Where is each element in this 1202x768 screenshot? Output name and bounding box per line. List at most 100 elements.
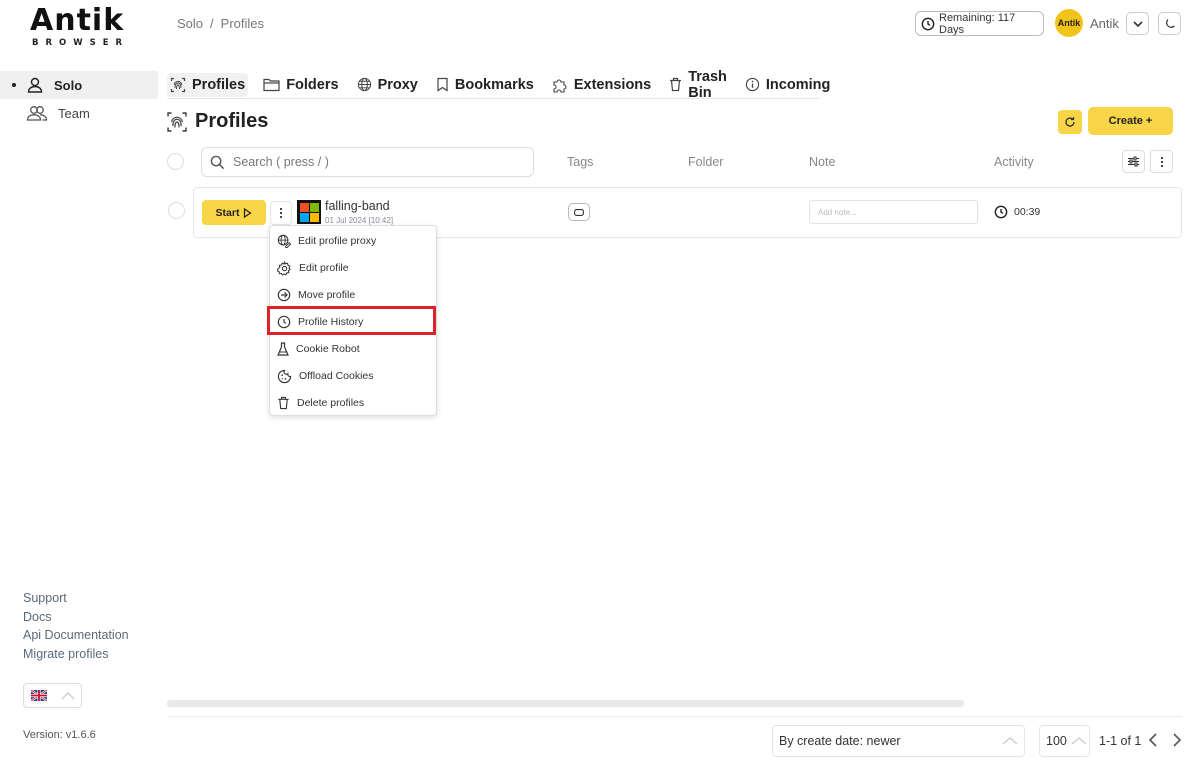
highlight-annotation-box	[267, 306, 436, 335]
menu-item-label: Delete profiles	[297, 397, 365, 409]
menu-item-label: Cookie Robot	[296, 343, 360, 355]
breadcrumb-root[interactable]: Solo	[177, 16, 203, 31]
sort-select[interactable]: By create date: newer	[772, 725, 1025, 757]
theme-toggle-button[interactable]	[1158, 12, 1181, 35]
refresh-button[interactable]	[1058, 110, 1082, 134]
globe-edit-icon	[277, 234, 291, 248]
page-title: Profiles	[166, 110, 268, 133]
breadcrumb: Solo / Profiles	[177, 16, 264, 31]
breadcrumb-current: Profiles	[220, 16, 265, 31]
user-name[interactable]: Antik	[1090, 16, 1119, 31]
active-dot	[12, 83, 16, 87]
sort-select-value: By create date: newer	[779, 734, 901, 748]
note-placeholder: Add note...	[818, 207, 857, 217]
support-link[interactable]: Support	[23, 591, 67, 605]
flask-icon	[277, 342, 289, 356]
menu-item-cookie-robot[interactable]: Cookie Robot	[277, 338, 360, 360]
tab-label: Bookmarks	[454, 76, 534, 93]
chevron-left-icon	[1147, 732, 1159, 748]
uk-flag-icon	[31, 690, 47, 701]
activity-cell: 00:39	[994, 205, 1040, 219]
tab-extensions[interactable]: Extensions	[549, 73, 654, 97]
horizontal-scrollbar[interactable]	[167, 700, 964, 707]
activity-time: 00:39	[1014, 206, 1041, 218]
api-docs-link[interactable]: Api Documentation	[23, 628, 129, 642]
tab-label: Incoming	[765, 76, 831, 93]
tab-label: Folders	[286, 76, 339, 93]
footer-divider	[167, 716, 1182, 717]
fingerprint-icon	[170, 77, 186, 93]
arrow-right-circle-icon	[277, 288, 291, 302]
tab-trash-bin[interactable]: Trash Bin	[666, 69, 730, 101]
menu-item-label: Edit profile proxy	[298, 235, 377, 247]
menu-item-edit-profile-proxy[interactable]: Edit profile proxy	[277, 230, 376, 252]
clock-icon	[921, 17, 935, 31]
logo-subtext: BROWSER	[32, 38, 130, 48]
per-page-select[interactable]: 100	[1039, 725, 1090, 757]
tab-profiles[interactable]: Profiles	[167, 72, 249, 97]
language-selector[interactable]	[23, 683, 82, 708]
add-tag-button[interactable]	[568, 203, 590, 221]
chevron-right-icon	[1171, 732, 1183, 748]
select-all-checkbox[interactable]	[167, 153, 184, 170]
pagination-info: 1-1 of 1	[1099, 734, 1142, 748]
start-profile-button[interactable]: Start	[202, 200, 266, 225]
menu-item-offload-cookies[interactable]: Offload Cookies	[277, 365, 374, 387]
play-icon	[243, 207, 253, 218]
vertical-dots-icon	[279, 207, 283, 219]
remaining-days-badge[interactable]: Remaining: 117 Days	[915, 11, 1044, 36]
cookie-icon	[277, 369, 292, 384]
column-header-note[interactable]: Note	[809, 155, 835, 169]
windows-os-icon	[297, 200, 321, 224]
more-options-button[interactable]	[1150, 150, 1173, 173]
column-header-folder[interactable]: Folder	[688, 155, 723, 169]
globe-icon	[357, 77, 372, 92]
main-tabs: Profiles Folders Proxy Bookmarks Extensi…	[167, 69, 830, 101]
tab-label: Trash Bin	[688, 68, 727, 101]
bookmark-icon	[436, 77, 449, 92]
avatar[interactable]: Antik	[1055, 9, 1083, 37]
tab-bookmarks[interactable]: Bookmarks	[433, 73, 537, 97]
column-settings-button[interactable]	[1122, 150, 1145, 173]
sliders-icon	[1127, 156, 1140, 167]
menu-item-edit-profile[interactable]: Edit profile	[277, 257, 349, 279]
profile-name[interactable]: falling-band	[325, 199, 390, 213]
tab-label: Profiles	[192, 76, 246, 93]
column-header-activity[interactable]: Activity	[994, 155, 1034, 169]
sidebar-item-team[interactable]: Team	[0, 99, 158, 127]
clock-icon	[994, 205, 1008, 219]
tab-label: Proxy	[377, 76, 418, 93]
menu-item-label: Edit profile	[299, 262, 349, 274]
note-input[interactable]: Add note...	[809, 200, 978, 224]
chevron-up-icon	[61, 691, 75, 701]
next-page-button[interactable]	[1171, 732, 1183, 748]
profile-created-date: 01 Jul 2024 [10:42]	[325, 216, 394, 225]
menu-item-delete-profiles[interactable]: Delete profiles	[277, 392, 364, 414]
fingerprint-icon	[166, 111, 188, 133]
profile-menu-button[interactable]	[270, 201, 292, 225]
search-input[interactable]: Search ( press / )	[201, 147, 534, 177]
row-checkbox[interactable]	[168, 202, 185, 219]
tab-incoming[interactable]: Incoming	[742, 73, 833, 97]
previous-page-button[interactable]	[1147, 732, 1159, 748]
migrate-profiles-link[interactable]: Migrate profiles	[23, 647, 108, 661]
tag-icon	[574, 208, 584, 216]
trash-icon	[277, 396, 290, 410]
tab-folders[interactable]: Folders	[260, 73, 341, 97]
per-page-value: 100	[1046, 734, 1067, 748]
create-profile-button[interactable]: Create +	[1088, 107, 1173, 135]
tab-proxy[interactable]: Proxy	[354, 73, 421, 97]
user-icon	[26, 76, 44, 94]
puzzle-icon	[552, 77, 568, 93]
docs-link[interactable]: Docs	[23, 610, 51, 624]
sidebar-item-label: Team	[58, 105, 90, 121]
user-menu-button[interactable]	[1126, 12, 1149, 35]
logo-text: Antik	[30, 3, 125, 38]
menu-item-label: Move profile	[298, 289, 356, 301]
column-header-tags[interactable]: Tags	[567, 155, 593, 169]
create-button-label: Create +	[1108, 115, 1153, 127]
menu-item-move-profile[interactable]: Move profile	[277, 284, 355, 306]
trash-icon	[669, 77, 682, 92]
sidebar-item-solo[interactable]: Solo	[0, 71, 158, 99]
chevron-up-icon	[1002, 736, 1018, 746]
